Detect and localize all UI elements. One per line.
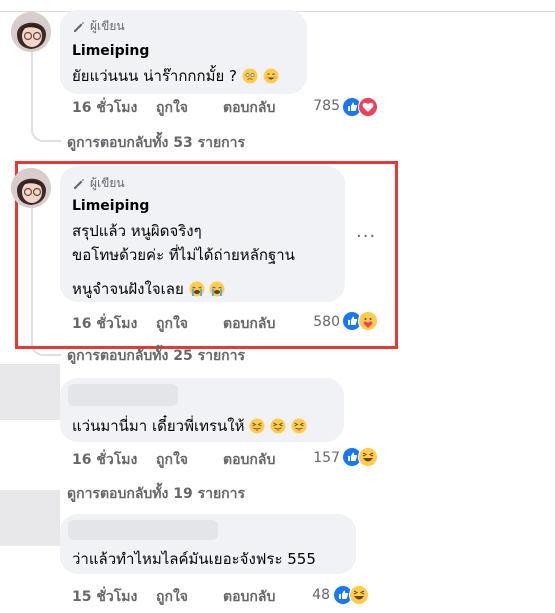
reaction-icons[interactable]: [342, 97, 378, 117]
reaction-count[interactable]: 157: [300, 450, 340, 466]
grin-face-icon: [263, 68, 279, 84]
haha-icon: [358, 447, 378, 467]
author-badge: ผู้เขียน: [72, 17, 125, 36]
author-name[interactable]: Limeiping: [72, 43, 149, 59]
reaction-icons[interactable]: [342, 311, 378, 331]
comment-timestamp[interactable]: 15 ชั่วโมง: [72, 586, 156, 608]
view-replies-link[interactable]: ดูการตอบกลับทั้ง 25 รายการ: [67, 345, 245, 367]
comment-text: หนูจำจนฝังใจเลย: [72, 277, 225, 301]
reaction-count[interactable]: 580: [300, 314, 340, 330]
comment-bubble[interactable]: แว่นมานี่มา เดี๋ยวพี่เทรนให้: [60, 378, 344, 442]
loudly-crying-face-icon: [209, 281, 225, 297]
like-button[interactable]: ถูกใจ: [156, 313, 223, 335]
crying-face-icon: [242, 68, 258, 84]
redacted-author-name: [68, 384, 178, 406]
reaction-count[interactable]: 48: [290, 587, 330, 603]
comment-text: แว่นมานี่มา เดี๋ยวพี่เทรนให้: [72, 414, 307, 438]
redacted-avatar: [0, 490, 60, 546]
like-button[interactable]: ถูกใจ: [156, 97, 223, 119]
like-button[interactable]: ถูกใจ: [156, 449, 223, 471]
reaction-count[interactable]: 785: [300, 98, 340, 114]
more-options-button[interactable]: ···: [356, 226, 376, 247]
comment-timestamp[interactable]: 16 ชั่วโมง: [72, 313, 156, 335]
avatar[interactable]: [11, 12, 51, 52]
view-replies-link[interactable]: ดูการตอบกลับทั้ง 19 รายการ: [67, 483, 245, 505]
comment-text: ขอโทษด้วยค่ะ ที่ไม่ได้ถ่ายหลักฐาน: [72, 246, 295, 264]
comment-actions: 15 ชั่วโมง ถูกใจ ตอบกลับ: [72, 586, 313, 608]
comment-actions: 16 ชั่วโมง ถูกใจ ตอบกลับ: [72, 449, 313, 471]
comment-actions: 16 ชั่วโมง ถูกใจ ตอบกลับ: [72, 313, 313, 335]
redacted-avatar: [0, 364, 60, 420]
comment-actions: 16 ชั่วโมง ถูกใจ ตอบกลับ: [72, 97, 313, 119]
view-replies-link[interactable]: ดูการตอบกลับทั้ง 53 รายการ: [67, 132, 245, 154]
squinting-tongue-icon: [270, 418, 286, 434]
haha-icon: [349, 585, 369, 605]
comment-timestamp[interactable]: 16 ชั่วโมง: [72, 449, 156, 471]
author-badge-label: ผู้เขียน: [90, 176, 125, 190]
author-badge: ผู้เขียน: [72, 174, 125, 193]
reaction-icons[interactable]: [333, 585, 369, 605]
author-badge-label: ผู้เขียน: [90, 19, 125, 33]
pencil-icon: [74, 178, 84, 189]
comment-text: ว่าแล้วทำไหมไลค์มันเยอะจังฟระ 555: [72, 550, 316, 568]
comment-text: ยัยแว่นนน น่าร๊ากกกมั้ย ?: [72, 64, 279, 88]
comment-bubble[interactable]: ว่าแล้วทำไหมไลค์มันเยอะจังฟระ 555: [60, 514, 356, 574]
redacted-author-name: [68, 520, 218, 540]
comment-bubble[interactable]: ผู้เขียน Limeiping ยัยแว่นนน น่าร๊ากกกมั…: [60, 10, 307, 94]
thread-connector: [31, 98, 61, 142]
comment-timestamp[interactable]: 16 ชั่วโมง: [72, 97, 156, 119]
comment-text: สรุปแล้ว หนูผิดจริงๆ: [72, 222, 202, 240]
avatar-image: [11, 12, 51, 52]
avatar[interactable]: [11, 168, 51, 208]
love-icon: [358, 97, 378, 117]
like-button[interactable]: ถูกใจ: [156, 586, 223, 608]
care-icon: [358, 311, 378, 331]
thread-connector: [31, 52, 33, 98]
loudly-crying-face-icon: [189, 281, 205, 297]
squinting-tongue-icon: [249, 418, 265, 434]
avatar-image: [11, 168, 51, 208]
reaction-icons[interactable]: [342, 447, 378, 467]
squinting-tongue-icon: [291, 418, 307, 434]
pencil-icon: [74, 21, 84, 32]
author-name[interactable]: Limeiping: [72, 198, 149, 214]
comment-bubble[interactable]: ผู้เขียน Limeiping สรุปแล้ว หนูผิดจริงๆ …: [60, 166, 345, 302]
